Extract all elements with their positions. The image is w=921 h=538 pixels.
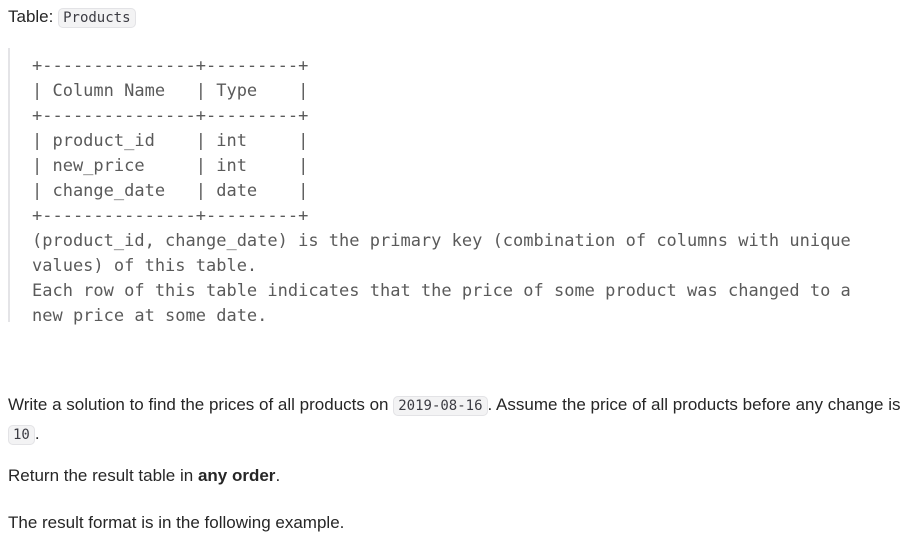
order-text-b: . bbox=[275, 466, 281, 485]
schema-line: values) of this table. bbox=[32, 256, 258, 276]
schema-line: (product_id, change_date) is the primary… bbox=[32, 231, 851, 251]
order-paragraph: Return the result table in any order. bbox=[8, 462, 918, 489]
order-text-a: Return the result table in bbox=[8, 466, 198, 485]
task-text-a: Write a solution to find the prices of a… bbox=[8, 395, 394, 414]
schema-line: +---------------+---------+ bbox=[32, 106, 309, 126]
schema-line: new price at some date. bbox=[32, 306, 268, 326]
table-name-code: Products bbox=[58, 8, 136, 28]
format-paragraph: The result format is in the following ex… bbox=[8, 513, 345, 532]
task-paragraph: Write a solution to find the prices of a… bbox=[8, 391, 918, 449]
default-price-code: 10 bbox=[8, 425, 35, 445]
schema-line: +---------------+---------+ bbox=[32, 206, 309, 226]
date-code: 2019-08-16 bbox=[393, 396, 488, 416]
order-bold: any order bbox=[197, 466, 276, 485]
schema-line: +---------------+---------+ bbox=[32, 56, 309, 76]
schema-code-block: +---------------+---------+ | Column Nam… bbox=[8, 48, 890, 326]
schema-text: +---------------+---------+ | Column Nam… bbox=[32, 54, 851, 329]
schema-line: | new_price | int | bbox=[32, 156, 309, 176]
schema-line: | change_date | date | bbox=[32, 181, 309, 201]
table-heading: Table: Products bbox=[8, 6, 136, 29]
schema-line: Each row of this table indicates that th… bbox=[32, 281, 851, 301]
problem-description: Table: Products +---------------+-------… bbox=[0, 0, 921, 538]
schema-line: | Column Name | Type | bbox=[32, 81, 309, 101]
table-heading-prefix: Table: bbox=[8, 7, 59, 26]
task-text-b: . Assume the price of all products befor… bbox=[487, 395, 901, 414]
task-text-c: . bbox=[34, 424, 40, 443]
schema-line: | product_id | int | bbox=[32, 131, 309, 151]
